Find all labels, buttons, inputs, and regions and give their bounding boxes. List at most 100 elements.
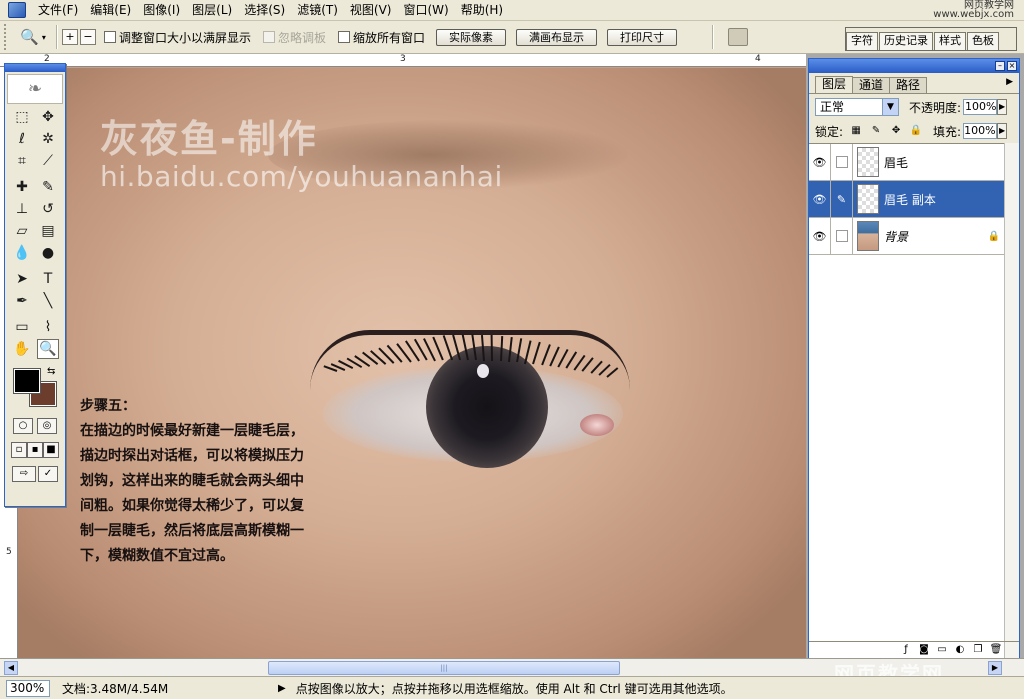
magic-wand-tool-icon[interactable]: ✲ bbox=[37, 129, 59, 149]
eraser-tool-icon[interactable]: ▱ bbox=[11, 221, 33, 241]
minimize-icon[interactable]: – bbox=[995, 61, 1005, 71]
options-grip[interactable] bbox=[4, 24, 10, 50]
dodge-tool-icon[interactable]: ● bbox=[37, 243, 59, 263]
swap-colors-icon[interactable]: ⇆ bbox=[47, 366, 55, 377]
chevron-down-icon[interactable]: ▼ bbox=[882, 99, 898, 115]
add-mask-icon[interactable]: ◙ bbox=[917, 644, 931, 656]
brush-icon[interactable]: ✎ bbox=[831, 181, 853, 217]
fit-window-checkbox[interactable]: 调整窗口大小以满屏显示 bbox=[104, 29, 251, 46]
layer-row[interactable]: 👁 眉毛 bbox=[809, 144, 1004, 181]
link-toggle[interactable] bbox=[831, 218, 853, 254]
eyedropper-tool-icon[interactable]: ⌇ bbox=[37, 317, 59, 337]
quick-mask-button[interactable]: ◎ bbox=[37, 418, 57, 434]
marquee-tool-icon[interactable]: ⬚ bbox=[11, 107, 33, 127]
tab-paths[interactable]: 路径 bbox=[889, 77, 928, 93]
menu-help[interactable]: 帮助(H) bbox=[455, 0, 509, 21]
lasso-tool-icon[interactable]: ℓ bbox=[11, 129, 33, 149]
lock-all-icon[interactable]: 🔒 bbox=[909, 124, 923, 138]
crop-tool-icon[interactable]: ⌗ bbox=[11, 151, 33, 171]
hand-tool-icon[interactable]: ✋ bbox=[11, 339, 33, 359]
screen-mode-standard-button[interactable]: ▫ bbox=[11, 442, 27, 458]
palette-tab-styles[interactable]: 样式 bbox=[934, 32, 966, 50]
jump-to-imageready-button[interactable]: ⇨ bbox=[12, 466, 36, 482]
link-toggle[interactable] bbox=[831, 144, 853, 180]
layer-style-icon[interactable]: ƒ bbox=[899, 644, 913, 656]
zoom-level-input[interactable]: 300% bbox=[6, 679, 50, 697]
gradient-tool-icon[interactable]: ▤ bbox=[37, 221, 59, 241]
checkbox-box[interactable] bbox=[338, 31, 351, 43]
toolbox-titlebar[interactable] bbox=[5, 64, 65, 72]
ruler-horizontal[interactable]: 2 3 4 bbox=[0, 54, 806, 67]
fill-input[interactable]: 100% bbox=[963, 123, 998, 139]
move-tool-icon[interactable]: ✥ bbox=[37, 107, 59, 127]
layer-name[interactable]: 眉毛 副本 bbox=[884, 191, 936, 208]
checkbox-box[interactable] bbox=[263, 31, 276, 43]
brush-tool-icon[interactable]: ✎ bbox=[37, 177, 59, 197]
opacity-input[interactable]: 100% bbox=[963, 99, 998, 115]
new-layer-icon[interactable]: ❐ bbox=[971, 644, 985, 656]
scroll-thumb[interactable]: ||| bbox=[268, 661, 620, 675]
layer-name[interactable]: 眉毛 bbox=[884, 154, 908, 171]
layers-titlebar[interactable]: – × bbox=[809, 59, 1019, 73]
layers-scrollbar[interactable] bbox=[1004, 143, 1019, 683]
layer-row[interactable]: 👁 ✎ 眉毛 副本 bbox=[809, 181, 1004, 218]
zoom-tool-icon[interactable]: 🔍 bbox=[37, 339, 59, 359]
palette-tab-swatches[interactable]: 色板 bbox=[967, 32, 999, 50]
horizontal-scrollbar[interactable]: ◀ ||| ▶ 网页教学网 bbox=[0, 658, 1024, 686]
actual-pixels-button[interactable]: 实际像素 bbox=[436, 28, 507, 46]
new-set-icon[interactable]: ▭ bbox=[935, 644, 949, 656]
close-icon[interactable]: × bbox=[1007, 61, 1017, 71]
palette-tab-history[interactable]: 历史记录 bbox=[879, 32, 933, 50]
lock-position-icon[interactable]: ✥ bbox=[889, 124, 903, 138]
image-canvas[interactable]: 灰夜鱼-制作 hi.baidu.com/youhuananhai 步骤五： 在描… bbox=[18, 68, 806, 658]
menu-image[interactable]: 图像(I) bbox=[137, 0, 186, 21]
eye-icon[interactable]: 👁 bbox=[809, 181, 831, 217]
checkbox-box[interactable] bbox=[104, 31, 116, 43]
screen-mode-full-button[interactable]: ■ bbox=[43, 442, 59, 458]
pen-tool-icon[interactable]: ✒ bbox=[11, 291, 33, 311]
layer-name[interactable]: 背景 bbox=[884, 228, 908, 245]
fit-screen-button[interactable]: 满画布显示 bbox=[516, 28, 598, 46]
print-size-button[interactable]: 打印尺寸 bbox=[607, 28, 678, 46]
path-selection-tool-icon[interactable]: ➤ bbox=[11, 269, 33, 289]
standard-mode-button[interactable]: ○ bbox=[13, 418, 33, 434]
play-icon[interactable]: ▶ bbox=[278, 683, 286, 694]
fill-slider-button[interactable]: ▶ bbox=[997, 123, 1008, 139]
feather-logo-icon[interactable]: ❧ bbox=[7, 74, 63, 104]
eye-icon[interactable]: 👁 bbox=[809, 144, 831, 180]
screen-mode-full-menu-button[interactable]: ▪ bbox=[27, 442, 43, 458]
stamp-tool-icon[interactable]: ⊥ bbox=[11, 199, 33, 219]
type-tool-icon[interactable]: T bbox=[37, 269, 59, 289]
opacity-slider-button[interactable]: ▶ bbox=[997, 99, 1008, 115]
panel-menu-icon[interactable]: ▶ bbox=[1006, 77, 1013, 87]
zoom-out-button[interactable]: − bbox=[80, 29, 96, 45]
scroll-right-icon[interactable]: ▶ bbox=[988, 661, 1002, 675]
blur-tool-icon[interactable]: 💧 bbox=[11, 243, 33, 263]
tab-layers[interactable]: 图层 bbox=[815, 76, 854, 93]
palette-tab-character[interactable]: 字符 bbox=[846, 32, 878, 50]
tab-channels[interactable]: 通道 bbox=[852, 77, 891, 93]
scroll-left-icon[interactable]: ◀ bbox=[4, 661, 18, 675]
lock-paint-icon[interactable]: ✎ bbox=[869, 124, 883, 138]
menu-filter[interactable]: 滤镜(T) bbox=[291, 0, 344, 21]
menu-file[interactable]: 文件(F) bbox=[32, 0, 84, 21]
foreground-color-swatch[interactable] bbox=[13, 368, 41, 394]
lock-transparency-icon[interactable]: ▦ bbox=[849, 124, 863, 138]
menu-select[interactable]: 选择(S) bbox=[238, 0, 291, 21]
line-tool-icon[interactable]: ╲ bbox=[37, 291, 59, 311]
history-brush-tool-icon[interactable]: ↺ bbox=[37, 199, 59, 219]
eye-icon[interactable]: 👁 bbox=[809, 218, 831, 254]
menu-view[interactable]: 视图(V) bbox=[344, 0, 398, 21]
menu-edit[interactable]: 编辑(E) bbox=[84, 0, 137, 21]
checkmark-icon[interactable]: ✓ bbox=[38, 466, 58, 482]
photoshop-logo-icon[interactable] bbox=[8, 2, 26, 18]
zoom-all-checkbox[interactable]: 缩放所有窗口 bbox=[338, 29, 425, 46]
ignore-palettes-checkbox[interactable]: 忽略调板 bbox=[263, 29, 326, 46]
file-browser-icon[interactable] bbox=[728, 28, 749, 46]
adjustment-layer-icon[interactable]: ◐ bbox=[953, 644, 967, 656]
zoom-in-button[interactable]: + bbox=[62, 29, 78, 45]
healing-brush-tool-icon[interactable]: ✚ bbox=[11, 177, 33, 197]
blend-mode-select[interactable]: 正常 ▼ bbox=[815, 98, 899, 116]
menu-window[interactable]: 窗口(W) bbox=[397, 0, 454, 21]
zoom-tool-preset[interactable]: 🔍 ▾ bbox=[14, 25, 52, 49]
